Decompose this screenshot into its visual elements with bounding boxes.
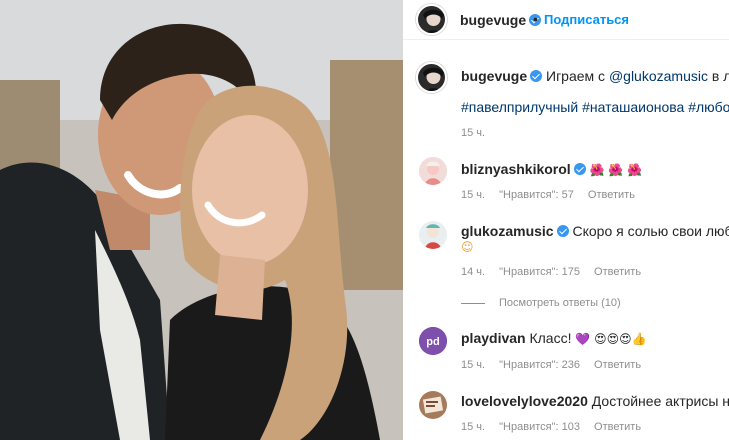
verified-badge-icon [556, 225, 569, 237]
author-avatar-image [418, 6, 445, 33]
comment-time[interactable]: 15 ч. [461, 189, 485, 201]
comment-text: bliznyashkikorol 🌺 🌺 🌺 [461, 161, 642, 177]
caption-meta: 15 ч. [461, 127, 496, 139]
replies-divider [461, 302, 485, 304]
view-replies-label[interactable]: Посмотреть ответы (10) [499, 297, 621, 309]
comment-avatar-image [419, 221, 447, 249]
comment-time[interactable]: 15 ч. [461, 359, 485, 371]
caption-mention-link[interactable]: @glukozamusic [609, 68, 708, 84]
view-replies-button[interactable]: Посмотреть ответы (10) [461, 297, 621, 309]
comment-body: Скоро я солью свои любимые с [572, 223, 729, 239]
comment-username[interactable]: bliznyashkikorol [461, 161, 571, 177]
follow-button[interactable]: Подписаться [544, 12, 629, 27]
comment-body: Достойнее актрисы не нашло [591, 393, 729, 409]
comment-username[interactable]: lovelovelylove2020 [461, 393, 588, 409]
reply-button[interactable]: Ответить [594, 266, 641, 278]
caption-text-end: в любовь. [711, 68, 729, 84]
comment-avatar-image [419, 157, 447, 185]
comment-meta: 15 ч. "Нравится": 236 Ответить [461, 359, 652, 371]
caption-text-start: Играем с [546, 68, 609, 84]
comment-avatar-image [419, 391, 447, 419]
caption-avatar[interactable] [416, 62, 447, 93]
comment-username[interactable]: glukozamusic [461, 223, 554, 239]
comment-emoji: 🌺 🌺 🌺 [589, 163, 643, 177]
comment-likes[interactable]: "Нравится": 236 [499, 359, 580, 371]
comment-text: playdivan Класс! 💜 😍😍😍👍 [461, 330, 647, 346]
comment-emoji-line: ☺ [461, 238, 474, 254]
header-separator: • [533, 11, 538, 27]
comment-likes[interactable]: "Нравится": 175 [499, 266, 580, 278]
comment-meta: 15 ч. "Нравится": 103 Ответить [461, 421, 652, 433]
reply-button[interactable]: Ответить [594, 359, 641, 371]
couple-photo-illustration [0, 0, 403, 440]
comment-text: lovelovelylove2020 Достойнее актрисы не … [461, 393, 729, 409]
post-details-panel: bugevuge • Подписаться bugevuge Играем с… [403, 0, 729, 440]
comment-likes[interactable]: "Нравится": 103 [499, 421, 580, 433]
comment-likes[interactable]: "Нравится": 57 [499, 189, 574, 201]
comment-body: Класс! [529, 330, 572, 346]
comment-avatar[interactable] [419, 157, 447, 185]
author-username[interactable]: bugevuge [460, 12, 526, 28]
comment-avatar[interactable] [419, 221, 447, 249]
comment-emoji: 💜 😍😍😍👍 [575, 332, 647, 346]
author-username-link[interactable]: bugevuge [460, 12, 542, 28]
caption-hashtags[interactable]: #павелприлучный #наташаионова #любовницы [461, 99, 729, 115]
reply-button[interactable]: Ответить [588, 189, 635, 201]
caption-text: bugevuge Играем с @glukozamusic в любовь… [461, 68, 729, 84]
post-header: bugevuge • Подписаться [403, 0, 729, 40]
comment-text: glukozamusic Скоро я солью свои любимые … [461, 223, 729, 239]
comment-avatar[interactable] [419, 391, 447, 419]
comment-time[interactable]: 14 ч. [461, 266, 485, 278]
svg-text:pd: pd [426, 336, 439, 348]
verified-badge-icon [530, 70, 543, 82]
post-photo[interactable] [0, 0, 403, 440]
comment-time[interactable]: 15 ч. [461, 421, 485, 433]
author-avatar[interactable] [416, 4, 447, 35]
comment-avatar[interactable]: pd [419, 327, 447, 355]
comment-avatar-image: pd [419, 327, 447, 355]
caption-avatar-image [418, 64, 445, 91]
reply-button[interactable]: Ответить [594, 421, 641, 433]
caption-username[interactable]: bugevuge [461, 68, 527, 84]
verified-badge-icon [573, 163, 586, 175]
caption-time[interactable]: 15 ч. [461, 127, 485, 139]
comment-emoji: ☺ [461, 240, 474, 254]
comment-meta: 14 ч. "Нравится": 175 Ответить [461, 266, 652, 278]
comment-meta: 15 ч. "Нравится": 57 Ответить [461, 189, 646, 201]
comment-username[interactable]: playdivan [461, 330, 526, 346]
